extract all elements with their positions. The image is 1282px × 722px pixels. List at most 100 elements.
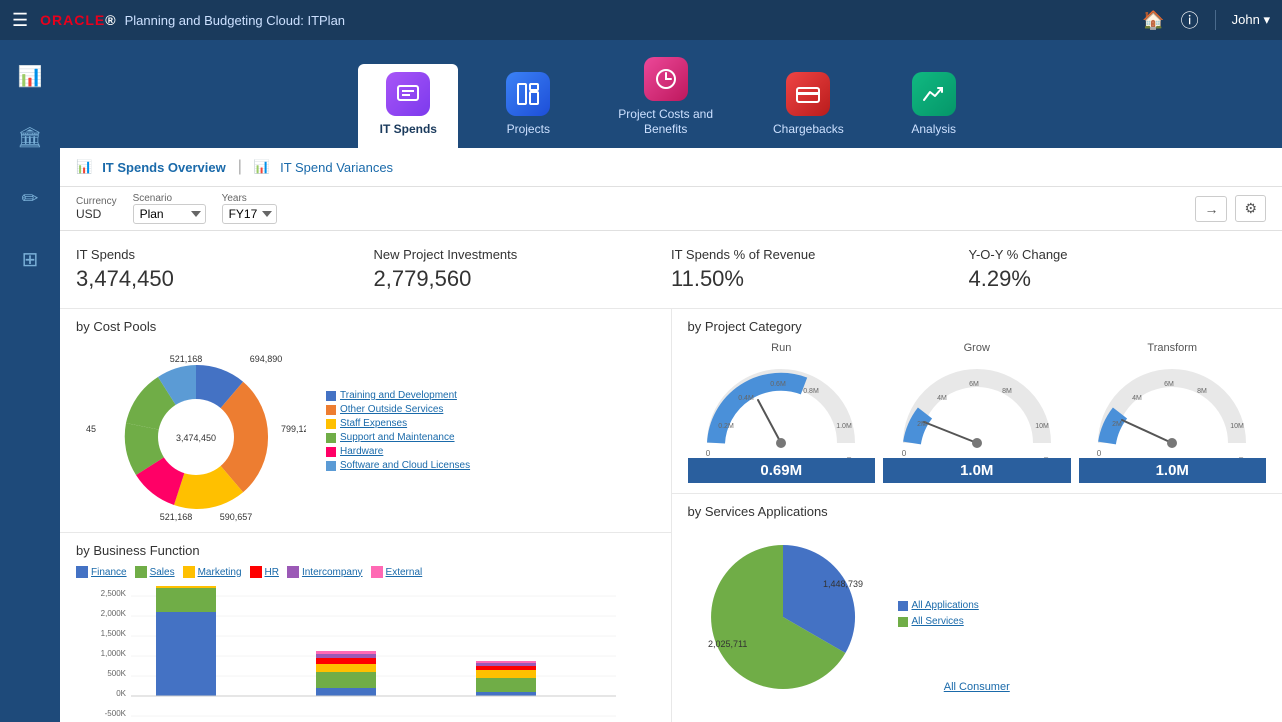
tab-project-costs-label: Project Costs andBenefits bbox=[618, 107, 713, 136]
forward-button[interactable]: → bbox=[1195, 196, 1227, 222]
metric-it-spends-label: IT Spends bbox=[76, 247, 374, 262]
sidebar-icon-edit[interactable]: ✏ bbox=[14, 178, 47, 219]
home-icon[interactable]: 🏠 bbox=[1142, 10, 1164, 31]
software-color bbox=[326, 461, 336, 471]
pie-legend-support[interactable]: Support and Maintenance bbox=[326, 432, 470, 443]
hr-color bbox=[250, 566, 262, 578]
pie-legend-staff[interactable]: Staff Expenses bbox=[326, 418, 470, 429]
scenario-group: Scenario PlanForecastActual bbox=[133, 193, 206, 224]
pie-legend-outside[interactable]: Other Outside Services bbox=[326, 404, 470, 415]
external-label: External bbox=[386, 567, 423, 578]
svg-text:0K: 0K bbox=[116, 689, 126, 698]
svg-text:8M: 8M bbox=[1197, 388, 1207, 395]
svg-text:521,168: 521,168 bbox=[170, 354, 203, 364]
project-costs-icon bbox=[644, 57, 688, 101]
svg-text:-500K: -500K bbox=[105, 709, 127, 718]
project-category-title: by Project Category bbox=[688, 319, 1267, 334]
pie-legend-training[interactable]: Training and Development bbox=[326, 390, 470, 401]
top-bar-right: 🏠 ⓘ John ▾ bbox=[1142, 7, 1270, 33]
project-category-section: by Project Category Run bbox=[672, 309, 1282, 494]
gauge-transform-svg: 0 2M 4M 6M 8M 10M _ bbox=[1087, 358, 1257, 463]
currency-group: Currency USD bbox=[76, 196, 117, 221]
services-legend: All Applications All Services bbox=[898, 594, 979, 630]
services-pie-container: 1,448,739 2,025,711 All Applications All… bbox=[688, 527, 1267, 697]
staff-label: Staff Expenses bbox=[340, 418, 407, 429]
all-consumer-link[interactable]: All Consumer bbox=[944, 681, 1010, 693]
pie-legend-hardware[interactable]: Hardware bbox=[326, 446, 470, 457]
years-select[interactable]: FY17FY18FY16 bbox=[222, 204, 277, 224]
svg-text:4M: 4M bbox=[1132, 395, 1142, 402]
legend-marketing[interactable]: Marketing bbox=[183, 566, 242, 578]
scenario-select[interactable]: PlanForecastActual bbox=[133, 204, 206, 224]
external-color bbox=[371, 566, 383, 578]
metric-yoy: Y-O-Y % Change 4.29% bbox=[969, 247, 1267, 292]
settings-button[interactable]: ⚙ bbox=[1235, 195, 1266, 222]
gauge-grow-svg: 0 2M 4M 6M 8M 10M _ bbox=[892, 358, 1062, 463]
support-color bbox=[326, 433, 336, 443]
metrics-row: IT Spends 3,474,450 New Project Investme… bbox=[60, 231, 1282, 309]
marketing-color bbox=[183, 566, 195, 578]
svg-text:2,000K: 2,000K bbox=[101, 609, 127, 618]
metric-pct-revenue-value: 11.50% bbox=[671, 266, 969, 292]
services-applications-title: by Services Applications bbox=[688, 504, 1267, 519]
svg-text:500K: 500K bbox=[107, 669, 126, 678]
it-spends-overview-link[interactable]: IT Spends Overview bbox=[102, 160, 226, 175]
tab-it-spends-label: IT Spends bbox=[380, 122, 437, 136]
svg-text:1,448,739: 1,448,739 bbox=[823, 579, 863, 589]
svg-text:4M: 4M bbox=[937, 395, 947, 402]
training-color bbox=[326, 391, 336, 401]
help-icon[interactable]: ⓘ bbox=[1181, 7, 1199, 33]
user-menu[interactable]: John ▾ bbox=[1232, 12, 1270, 28]
support-label: Support and Maintenance bbox=[340, 432, 455, 443]
tab-navigation: IT Spends Projects Project Costs andBene… bbox=[60, 40, 1282, 148]
legend-external[interactable]: External bbox=[371, 566, 423, 578]
panel-header: 📊 IT Spends Overview | 📊 IT Spend Varian… bbox=[60, 148, 1282, 187]
legend-all-applications[interactable]: All Applications bbox=[898, 600, 979, 611]
projects-icon bbox=[506, 72, 550, 116]
menu-icon[interactable]: ☰ bbox=[12, 10, 28, 31]
top-bar: ☰ ORACLE® Planning and Budgeting Cloud: … bbox=[0, 0, 1282, 40]
all-apps-label: All Applications bbox=[912, 600, 979, 611]
it-spend-variances-link[interactable]: IT Spend Variances bbox=[280, 160, 393, 175]
gauge-grow: Grow 0 2M 4M 6M 8M bbox=[883, 342, 1071, 483]
pie-chart: 3,474,450 521,168 694,890 799,124 347,44… bbox=[86, 342, 306, 522]
services-pie-svg: 1,448,739 2,025,711 bbox=[688, 527, 878, 697]
sidebar-icon-dashboard[interactable]: 📊 bbox=[10, 56, 51, 97]
svg-text:0: 0 bbox=[706, 449, 711, 458]
svg-text:1.0M: 1.0M bbox=[836, 423, 852, 430]
tab-analysis[interactable]: Analysis bbox=[884, 64, 984, 148]
svg-text:799,124: 799,124 bbox=[281, 424, 306, 434]
all-apps-color bbox=[898, 601, 908, 611]
pie-legend-software[interactable]: Software and Cloud Licenses bbox=[326, 460, 470, 471]
legend-hr[interactable]: HR bbox=[250, 566, 279, 578]
tab-projects[interactable]: Projects bbox=[478, 64, 578, 148]
finance-color bbox=[76, 566, 88, 578]
intercompany-color bbox=[287, 566, 299, 578]
sidebar-icon-grid[interactable]: ⊞ bbox=[14, 239, 47, 280]
tab-it-spends[interactable]: IT Spends bbox=[358, 64, 458, 148]
legend-finance[interactable]: Finance bbox=[76, 566, 127, 578]
tab-analysis-label: Analysis bbox=[911, 122, 956, 136]
legend-sales[interactable]: Sales bbox=[135, 566, 175, 578]
cost-pools-title: by Cost Pools bbox=[76, 319, 655, 334]
pie-legend: Training and Development Other Outside S… bbox=[326, 390, 470, 474]
svg-text:694,890: 694,890 bbox=[250, 354, 283, 364]
tab-projects-label: Projects bbox=[507, 122, 550, 136]
scenario-label: Scenario bbox=[133, 193, 206, 204]
sidebar-icon-bank[interactable]: 🏛 bbox=[9, 117, 50, 158]
software-label: Software and Cloud Licenses bbox=[340, 460, 470, 471]
legend-all-services[interactable]: All Services bbox=[898, 616, 979, 627]
svg-text:521,168: 521,168 bbox=[160, 512, 193, 522]
training-label: Training and Development bbox=[340, 390, 457, 401]
svg-text:10M: 10M bbox=[1035, 423, 1049, 430]
tab-chargebacks[interactable]: Chargebacks bbox=[753, 64, 864, 148]
tab-project-costs[interactable]: Project Costs andBenefits bbox=[598, 49, 733, 148]
gauges-row: Run 0 bbox=[688, 342, 1267, 483]
charts-right: by Project Category Run bbox=[672, 309, 1282, 722]
metric-new-investments: New Project Investments 2,779,560 bbox=[374, 247, 672, 292]
legend-intercompany[interactable]: Intercompany bbox=[287, 566, 363, 578]
oracle-logo: ORACLE® bbox=[40, 12, 116, 28]
svg-text:_: _ bbox=[1238, 451, 1243, 458]
svg-text:590,657: 590,657 bbox=[220, 512, 253, 522]
svg-text:2M: 2M bbox=[917, 421, 927, 428]
